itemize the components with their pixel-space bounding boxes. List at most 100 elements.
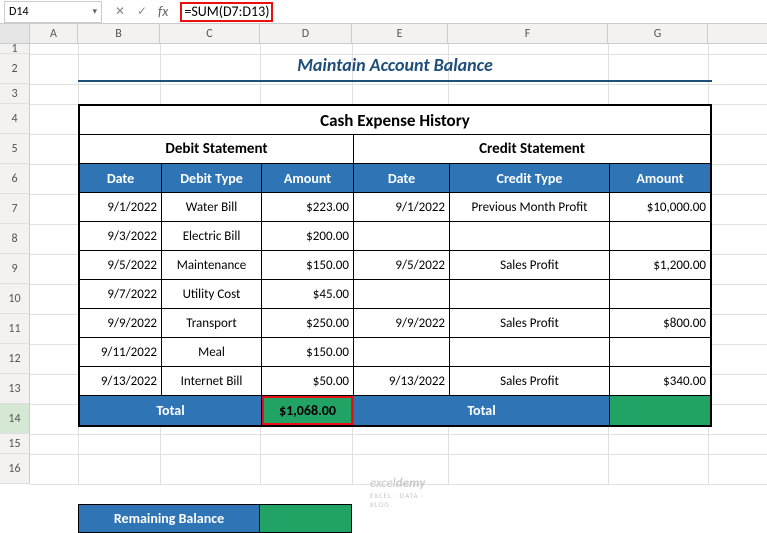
select-all-corner[interactable] [0, 24, 30, 43]
cell-debit-date[interactable]: 9/13/2022 [80, 367, 162, 396]
row-header-3[interactable]: 3 [0, 84, 30, 104]
cell-credit-date[interactable] [354, 338, 450, 367]
row-header-14[interactable]: 14 [0, 404, 30, 434]
row-header-10[interactable]: 10 [0, 284, 30, 314]
cell-debit-type[interactable]: Electric Bill [162, 222, 262, 251]
fx-icon[interactable]: fx [158, 3, 168, 20]
cell-credit-date[interactable]: 9/5/2022 [354, 251, 450, 280]
col-header-G[interactable]: G [608, 24, 708, 43]
col-header-C[interactable]: C [160, 24, 260, 43]
row-headers: 12345678910111213141516 [0, 44, 30, 484]
remaining-balance-label: Remaining Balance [78, 504, 260, 533]
cell-credit-amount[interactable] [610, 280, 710, 309]
col-amount-debit: Amount [262, 164, 354, 193]
debit-total-value[interactable]: $1,068.00 [262, 396, 354, 425]
cell-credit-date[interactable]: 9/1/2022 [354, 193, 450, 222]
cell-credit-type[interactable] [450, 280, 610, 309]
cell-credit-amount[interactable]: $340.00 [610, 367, 710, 396]
cell-credit-type[interactable]: Sales Profit [450, 367, 610, 396]
cell-credit-type[interactable] [450, 338, 610, 367]
row-header-16[interactable]: 16 [0, 454, 30, 484]
name-box-value: D14 [9, 5, 29, 19]
table-row: 9/9/2022Transport$250.009/9/2022Sales Pr… [80, 309, 710, 338]
cell-debit-date[interactable]: 9/1/2022 [80, 193, 162, 222]
credit-section-header: Credit Statement [354, 135, 710, 164]
table-row: 9/7/2022Utility Cost$45.00 [80, 280, 710, 309]
check-icon[interactable]: ✓ [132, 2, 152, 22]
credit-total-label: Total [354, 396, 610, 425]
gridline-h [30, 84, 767, 85]
name-box[interactable]: D14 ▾ [4, 1, 102, 23]
cell-credit-date[interactable]: 9/9/2022 [354, 309, 450, 338]
cell-credit-type[interactable]: Sales Profit [450, 309, 610, 338]
cell-credit-amount[interactable]: $800.00 [610, 309, 710, 338]
row-header-15[interactable]: 15 [0, 434, 30, 454]
col-credit-type: Credit Type [450, 164, 610, 193]
debit-section-header: Debit Statement [80, 135, 354, 164]
row-header-4[interactable]: 4 [0, 104, 30, 134]
table-row: 9/5/2022Maintenance$150.009/5/2022Sales … [80, 251, 710, 280]
formula-input[interactable]: =SUM(D7:D13) [176, 1, 767, 23]
table-main-header: Cash Expense History [80, 106, 710, 135]
gridline-h [30, 434, 767, 435]
col-date-credit: Date [354, 164, 450, 193]
chevron-down-icon[interactable]: ▾ [92, 6, 97, 17]
remaining-balance-value[interactable] [260, 504, 352, 533]
cancel-icon[interactable]: ✕ [110, 2, 130, 22]
cell-debit-type[interactable]: Maintenance [162, 251, 262, 280]
cell-credit-amount[interactable]: $1,200.00 [610, 251, 710, 280]
cell-debit-amount[interactable]: $200.00 [262, 222, 354, 251]
cell-credit-type[interactable] [450, 222, 610, 251]
col-header-F[interactable]: F [448, 24, 608, 43]
col-amount-credit: Amount [610, 164, 710, 193]
col-header-D[interactable]: D [260, 24, 352, 43]
row-header-6[interactable]: 6 [0, 164, 30, 194]
table-row: 9/11/2022Meal$150.00 [80, 338, 710, 367]
cell-credit-date[interactable]: 9/13/2022 [354, 367, 450, 396]
cell-debit-date[interactable]: 9/7/2022 [80, 280, 162, 309]
cell-credit-type[interactable]: Sales Profit [450, 251, 610, 280]
row-header-11[interactable]: 11 [0, 314, 30, 344]
cell-credit-date[interactable] [354, 222, 450, 251]
debit-total-label: Total [80, 396, 262, 425]
row-header-12[interactable]: 12 [0, 344, 30, 374]
row-header-5[interactable]: 5 [0, 134, 30, 164]
cell-credit-amount[interactable] [610, 338, 710, 367]
col-header-B[interactable]: B [78, 24, 160, 43]
row-header-1[interactable]: 1 [0, 44, 30, 54]
cell-credit-amount[interactable]: $10,000.00 [610, 193, 710, 222]
cell-debit-type[interactable]: Water Bill [162, 193, 262, 222]
cell-credit-date[interactable] [354, 280, 450, 309]
cell-debit-type[interactable]: Utility Cost [162, 280, 262, 309]
row-header-7[interactable]: 7 [0, 194, 30, 224]
watermark-tag: EXCEL · DATA · BLOG [370, 491, 425, 509]
table-row: 9/13/2022Internet Bill$50.009/13/2022Sal… [80, 367, 710, 396]
cell-debit-date[interactable]: 9/9/2022 [80, 309, 162, 338]
cell-debit-type[interactable]: Transport [162, 309, 262, 338]
col-header-E[interactable]: E [352, 24, 448, 43]
gridline-h [30, 484, 767, 485]
cell-debit-type[interactable]: Internet Bill [162, 367, 262, 396]
cell-debit-amount[interactable]: $50.00 [262, 367, 354, 396]
cell-credit-amount[interactable] [610, 222, 710, 251]
remaining-balance-row: Remaining Balance [78, 504, 352, 533]
expense-table: Cash Expense History Debit Statement Cre… [78, 104, 712, 427]
cell-debit-date[interactable]: 9/3/2022 [80, 222, 162, 251]
cell-debit-amount[interactable]: $45.00 [262, 280, 354, 309]
cell-debit-type[interactable]: Meal [162, 338, 262, 367]
row-header-8[interactable]: 8 [0, 224, 30, 254]
formula-text: =SUM(D7:D13) [180, 2, 273, 22]
cell-debit-amount[interactable]: $150.00 [262, 338, 354, 367]
cell-debit-date[interactable]: 9/5/2022 [80, 251, 162, 280]
row-header-13[interactable]: 13 [0, 374, 30, 404]
row-header-9[interactable]: 9 [0, 254, 30, 284]
cell-credit-type[interactable]: Previous Month Profit [450, 193, 610, 222]
cell-debit-date[interactable]: 9/11/2022 [80, 338, 162, 367]
row-header-2[interactable]: 2 [0, 54, 30, 84]
cell-debit-amount[interactable]: $150.00 [262, 251, 354, 280]
cell-debit-amount[interactable]: $223.00 [262, 193, 354, 222]
cell-debit-amount[interactable]: $250.00 [262, 309, 354, 338]
col-header-A[interactable]: A [30, 24, 78, 43]
credit-total-value[interactable] [610, 396, 710, 425]
col-debit-type: Debit Type [162, 164, 262, 193]
